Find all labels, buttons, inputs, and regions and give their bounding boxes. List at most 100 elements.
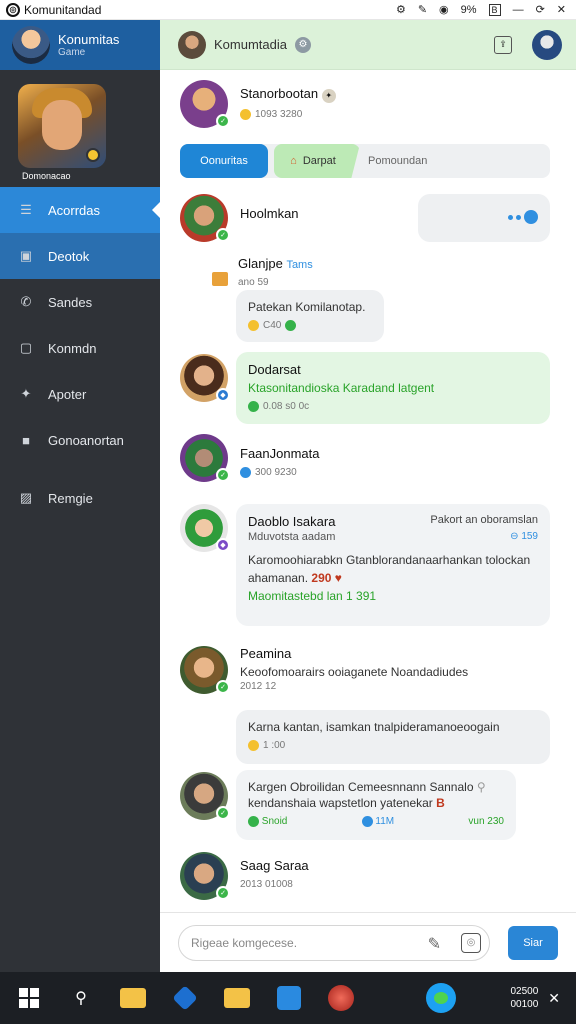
- settings-gear-icon[interactable]: ⚙: [396, 3, 406, 16]
- username: Hoolmkan: [240, 206, 299, 221]
- user-avatar[interactable]: ✓: [180, 194, 230, 242]
- message-subline: Mduvotsta aadam ⊖ 159: [248, 531, 538, 543]
- username: Dodarsat: [248, 362, 301, 377]
- taskbar-game[interactable]: [326, 983, 356, 1013]
- record-icon[interactable]: ◉: [439, 3, 449, 16]
- sidebar-item-apoter[interactable]: ✦ Apoter: [0, 371, 160, 417]
- user-avatar[interactable]: ◆: [180, 504, 230, 552]
- start-button[interactable]: [14, 983, 44, 1013]
- online-status-icon: ✓: [216, 468, 230, 482]
- filter-tabs: Oonuritas ⌂ Darpat Pomoundan: [180, 144, 550, 178]
- message-meta: 2012 12: [240, 681, 277, 692]
- taskbar: ⚲ 02500 00100 ✕: [0, 972, 576, 1024]
- message-meta: C40: [248, 320, 372, 331]
- user-avatar[interactable]: ✓: [180, 852, 230, 900]
- minimize-icon[interactable]: —: [513, 4, 524, 16]
- search-icon: ⚲: [75, 990, 87, 1007]
- sidebar-item-acorrdas[interactable]: ☰ Acorrdas: [0, 187, 160, 233]
- window-title: Komunitandad: [24, 2, 102, 17]
- message-row: ✓ Hoolmkan: [180, 194, 299, 242]
- refresh-icon[interactable]: ⟳: [536, 3, 545, 16]
- sidebar-item-label: Konmdn: [48, 340, 97, 356]
- message-meta: 1 :00: [248, 740, 538, 751]
- message-stats: Snoid 11M vun 230: [248, 816, 504, 827]
- message-bubble: Daoblo Isakara Pakort an oboramslan Mduv…: [236, 504, 550, 626]
- message-row: ✓ FaanJonmata 300 9230: [180, 434, 320, 482]
- message-feed[interactable]: ✓ Stanorbootan ✦ 1093 3280 Oonuritas ⌂ Da…: [160, 70, 576, 912]
- game-icon: [328, 985, 354, 1011]
- reaction-icon: [285, 320, 297, 331]
- sidebar-item-gonoanortan[interactable]: ■ Gonoanortan: [0, 417, 160, 463]
- sidebar-item-label: Sandes: [48, 294, 93, 310]
- username: FaanJonmata: [240, 446, 320, 461]
- window-title-bar: ◎ Komunitandad ⚙ ✎ ◉ 9% B — ⟳ ✕: [0, 0, 576, 20]
- sidebar-item-sandes[interactable]: ✆ Sandes: [0, 279, 160, 325]
- game-thumbnail[interactable]: [18, 84, 106, 168]
- hero-face: [42, 100, 82, 150]
- taskbar-book[interactable]: [274, 983, 304, 1013]
- counter: ⊖ 159: [510, 531, 538, 542]
- online-status-icon: ✓: [216, 228, 230, 242]
- notifications-icon[interactable]: ✕: [548, 990, 560, 1007]
- user-avatar[interactable]: ✓: [180, 646, 230, 694]
- user-avatar[interactable]: ✓: [180, 434, 230, 482]
- search-button[interactable]: ⚲: [66, 983, 96, 1013]
- taskbar-folder-2[interactable]: [222, 983, 252, 1013]
- app-icon: [172, 985, 198, 1011]
- tab-pomoundan[interactable]: Pomoundan: [368, 144, 427, 178]
- send-button[interactable]: Siar: [508, 925, 558, 960]
- message-text: Kargen Obroilidan Cemeesnnann Sannalo ⚲: [248, 780, 486, 794]
- sidebar-item-konmdn[interactable]: ▢ Konmdn: [0, 325, 160, 371]
- message-input[interactable]: Rigeae komgecese. ✎ ◎: [178, 924, 490, 961]
- clock[interactable]: 02500 00100: [510, 985, 538, 1011]
- message-text-2: kendanshaia wapstetlon yatenekar B: [248, 796, 445, 810]
- username: Glanjpe Tams: [238, 256, 313, 271]
- app-logo-icon: ◎: [6, 2, 20, 17]
- edit-icon[interactable]: ✎: [418, 3, 427, 16]
- user-avatar[interactable]: ✓: [180, 80, 230, 128]
- book-icon: [277, 986, 301, 1010]
- sidebar-item-label: Deotok: [48, 248, 90, 264]
- user-avatar[interactable]: ✓: [180, 772, 230, 820]
- tab-darpat[interactable]: ⌂ Darpat: [274, 144, 360, 178]
- sidebar-item-label: Acorrdas: [48, 202, 101, 218]
- profile-name: Konumitas: [58, 32, 120, 47]
- tab-oonuritas[interactable]: Oonuritas: [180, 144, 268, 178]
- sidebar-item-remgie[interactable]: ▨ Remgie: [0, 475, 160, 521]
- message-row: ◆: [180, 504, 230, 552]
- chat-title: Komumtadia: [214, 37, 287, 52]
- emoji-icon: [248, 320, 259, 331]
- taskbar-files[interactable]: [118, 983, 148, 1013]
- recycle-icon: [248, 401, 259, 412]
- chest-icon: [212, 272, 228, 286]
- gamepad-icon: ✦: [20, 386, 32, 401]
- message-header: Daoblo Isakara Pakort an oboramslan: [248, 514, 538, 529]
- comment-icon: [361, 816, 373, 827]
- message-subtext: Mduvotsta aadam: [248, 531, 336, 543]
- share-icon[interactable]: ⇪: [494, 35, 512, 54]
- my-avatar[interactable]: [532, 29, 562, 60]
- sidebar-nav: ☰ Acorrdas ▣ Deotok ✆ Sandes ▢ Konmdn ✦ …: [0, 187, 160, 521]
- user-avatar[interactable]: ◆: [180, 354, 230, 402]
- taskbar-app-blue[interactable]: [170, 983, 200, 1013]
- chat-avatar[interactable]: [178, 30, 206, 59]
- message-text: Patekan Komilanotap.: [248, 300, 366, 314]
- taskbar-messenger[interactable]: [426, 983, 456, 1013]
- profile-header[interactable]: Konumitas Game: [0, 20, 160, 70]
- sidebar-item-deotok[interactable]: ▣ Deotok: [0, 233, 160, 279]
- windows-icon: [19, 988, 39, 1008]
- input-placeholder: Rigeae komgecese.: [191, 935, 298, 950]
- online-status-icon: ✓: [216, 886, 230, 900]
- message-bubble: Karna kantan, isamkan tnalpideramanoeoog…: [236, 710, 550, 764]
- camera-icon[interactable]: ◎: [461, 932, 481, 953]
- image-icon: ▨: [19, 490, 33, 505]
- sidebar-item-label: Apoter: [48, 386, 87, 402]
- message-row: ✓ Saag Saraa 2013 01008: [180, 852, 309, 900]
- info-icon: [240, 467, 251, 478]
- profile-avatar[interactable]: [12, 26, 50, 64]
- pen-icon[interactable]: ✎: [428, 934, 441, 954]
- message-text: Ktasonitandioska Karadand latgent: [248, 381, 435, 395]
- chat-settings-icon[interactable]: ⚙: [294, 36, 311, 53]
- close-icon[interactable]: ✕: [557, 3, 566, 16]
- system-tray: ⚙ ✎ ◉ 9% B — ⟳ ✕: [396, 3, 566, 16]
